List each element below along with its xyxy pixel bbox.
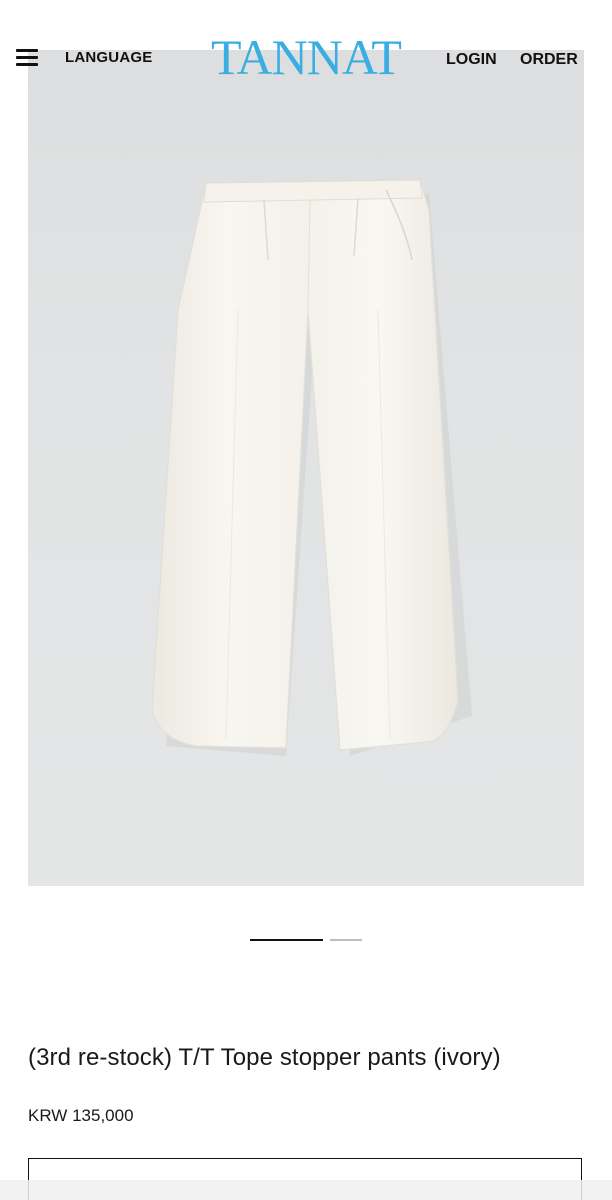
site-header: LANGUAGE TANNAT LOGIN ORDER bbox=[0, 0, 612, 100]
hamburger-menu-icon[interactable] bbox=[16, 49, 38, 67]
language-link[interactable]: LANGUAGE bbox=[65, 49, 152, 66]
product-price: KRW 135,000 bbox=[28, 1106, 134, 1125]
pager-indicator-2[interactable] bbox=[330, 939, 362, 941]
login-link[interactable]: LOGIN bbox=[446, 51, 497, 69]
site-logo[interactable]: TANNAT bbox=[200, 32, 412, 82]
product-title: (3rd re-stock) T/T Tope stopper pants (i… bbox=[28, 1044, 501, 1071]
bottom-overlay bbox=[0, 1180, 612, 1200]
pager-indicator-1[interactable] bbox=[250, 939, 323, 941]
pants-illustration bbox=[151, 179, 472, 756]
product-image[interactable] bbox=[28, 50, 584, 886]
order-link[interactable]: ORDER bbox=[520, 51, 578, 69]
product-page: LANGUAGE TANNAT LOGIN ORDER (3rd re-stoc… bbox=[0, 0, 612, 1200]
